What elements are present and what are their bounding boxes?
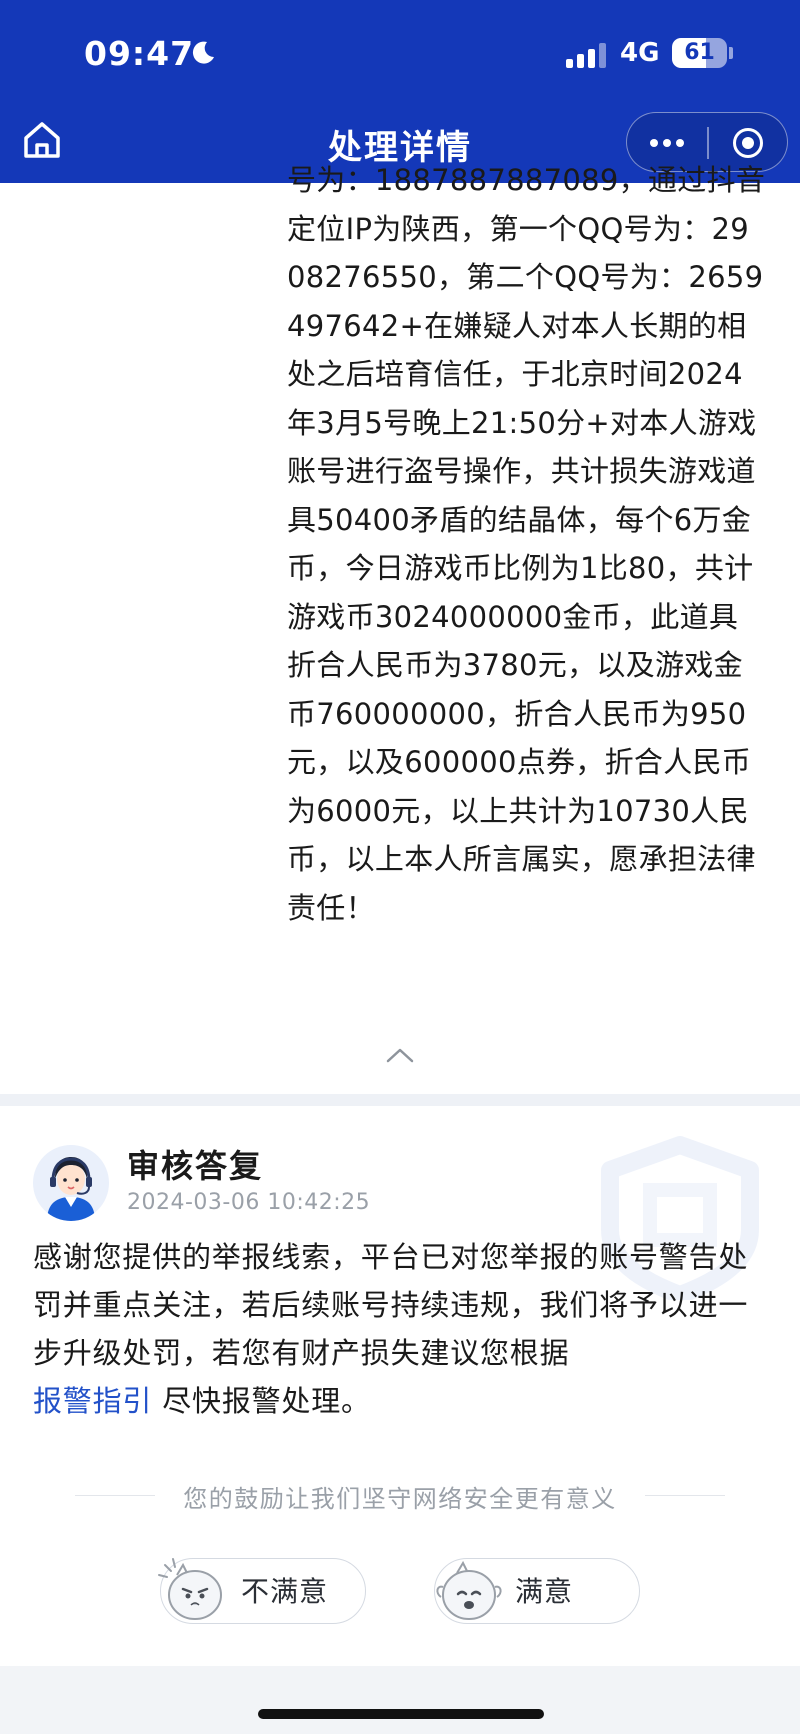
satisfied-label: 满意 [515,1575,574,1608]
bottom-area [0,1666,800,1734]
battery-icon: 61 [672,38,727,68]
status-time: 09:47 [84,34,195,73]
reply-timestamp: 2024-03-06 10:42:25 [127,1190,371,1215]
reply-title: 审核答复 [127,1147,264,1185]
reply-text-end: 尽快报警处理。 [162,1384,371,1418]
report-text: 号为：1887887887089，通过抖音定位IP为陕西，第一个QQ号为：290… [287,163,766,925]
reply-body: 感谢您提供的举报线索，平台已对您举报的账号警告处罚并重点关注，若后续账号持续违规… [33,1233,773,1425]
moon-icon [192,41,214,64]
divider-right [645,1495,725,1496]
network-type: 4G [620,38,660,68]
reply-text-main: 感谢您提供的举报线索，平台已对您举报的账号警告处罚并重点关注，若后续账号持续违规… [33,1240,749,1370]
battery-nub [729,47,733,59]
home-indicator[interactable] [258,1709,544,1719]
reviewer-avatar [33,1145,109,1221]
happy-bird-mascot-icon [436,1560,502,1620]
top-bar: 09:47 4G 61 处理详情 [0,0,800,183]
angry-bird-mascot-icon [158,1558,222,1620]
police-guide-link[interactable]: 报警指引 [33,1384,152,1418]
agent-avatar-icon [47,1157,95,1221]
battery-level: 61 [684,40,715,65]
unsatisfied-button[interactable]: 不满意 [158,1558,366,1624]
signal-icon [566,42,608,68]
satisfied-button[interactable]: 满意 [434,1558,640,1624]
section-divider [0,1094,800,1106]
report-content: 号为：1887887887089，通过抖音定位IP为陕西，第一个QQ号为：290… [287,160,777,1020]
feedback-prompt: 您的鼓励让我们坚守网络安全更有意义 [183,1485,617,1513]
chevron-up-icon[interactable] [386,1046,414,1064]
unsatisfied-label: 不满意 [241,1575,329,1608]
